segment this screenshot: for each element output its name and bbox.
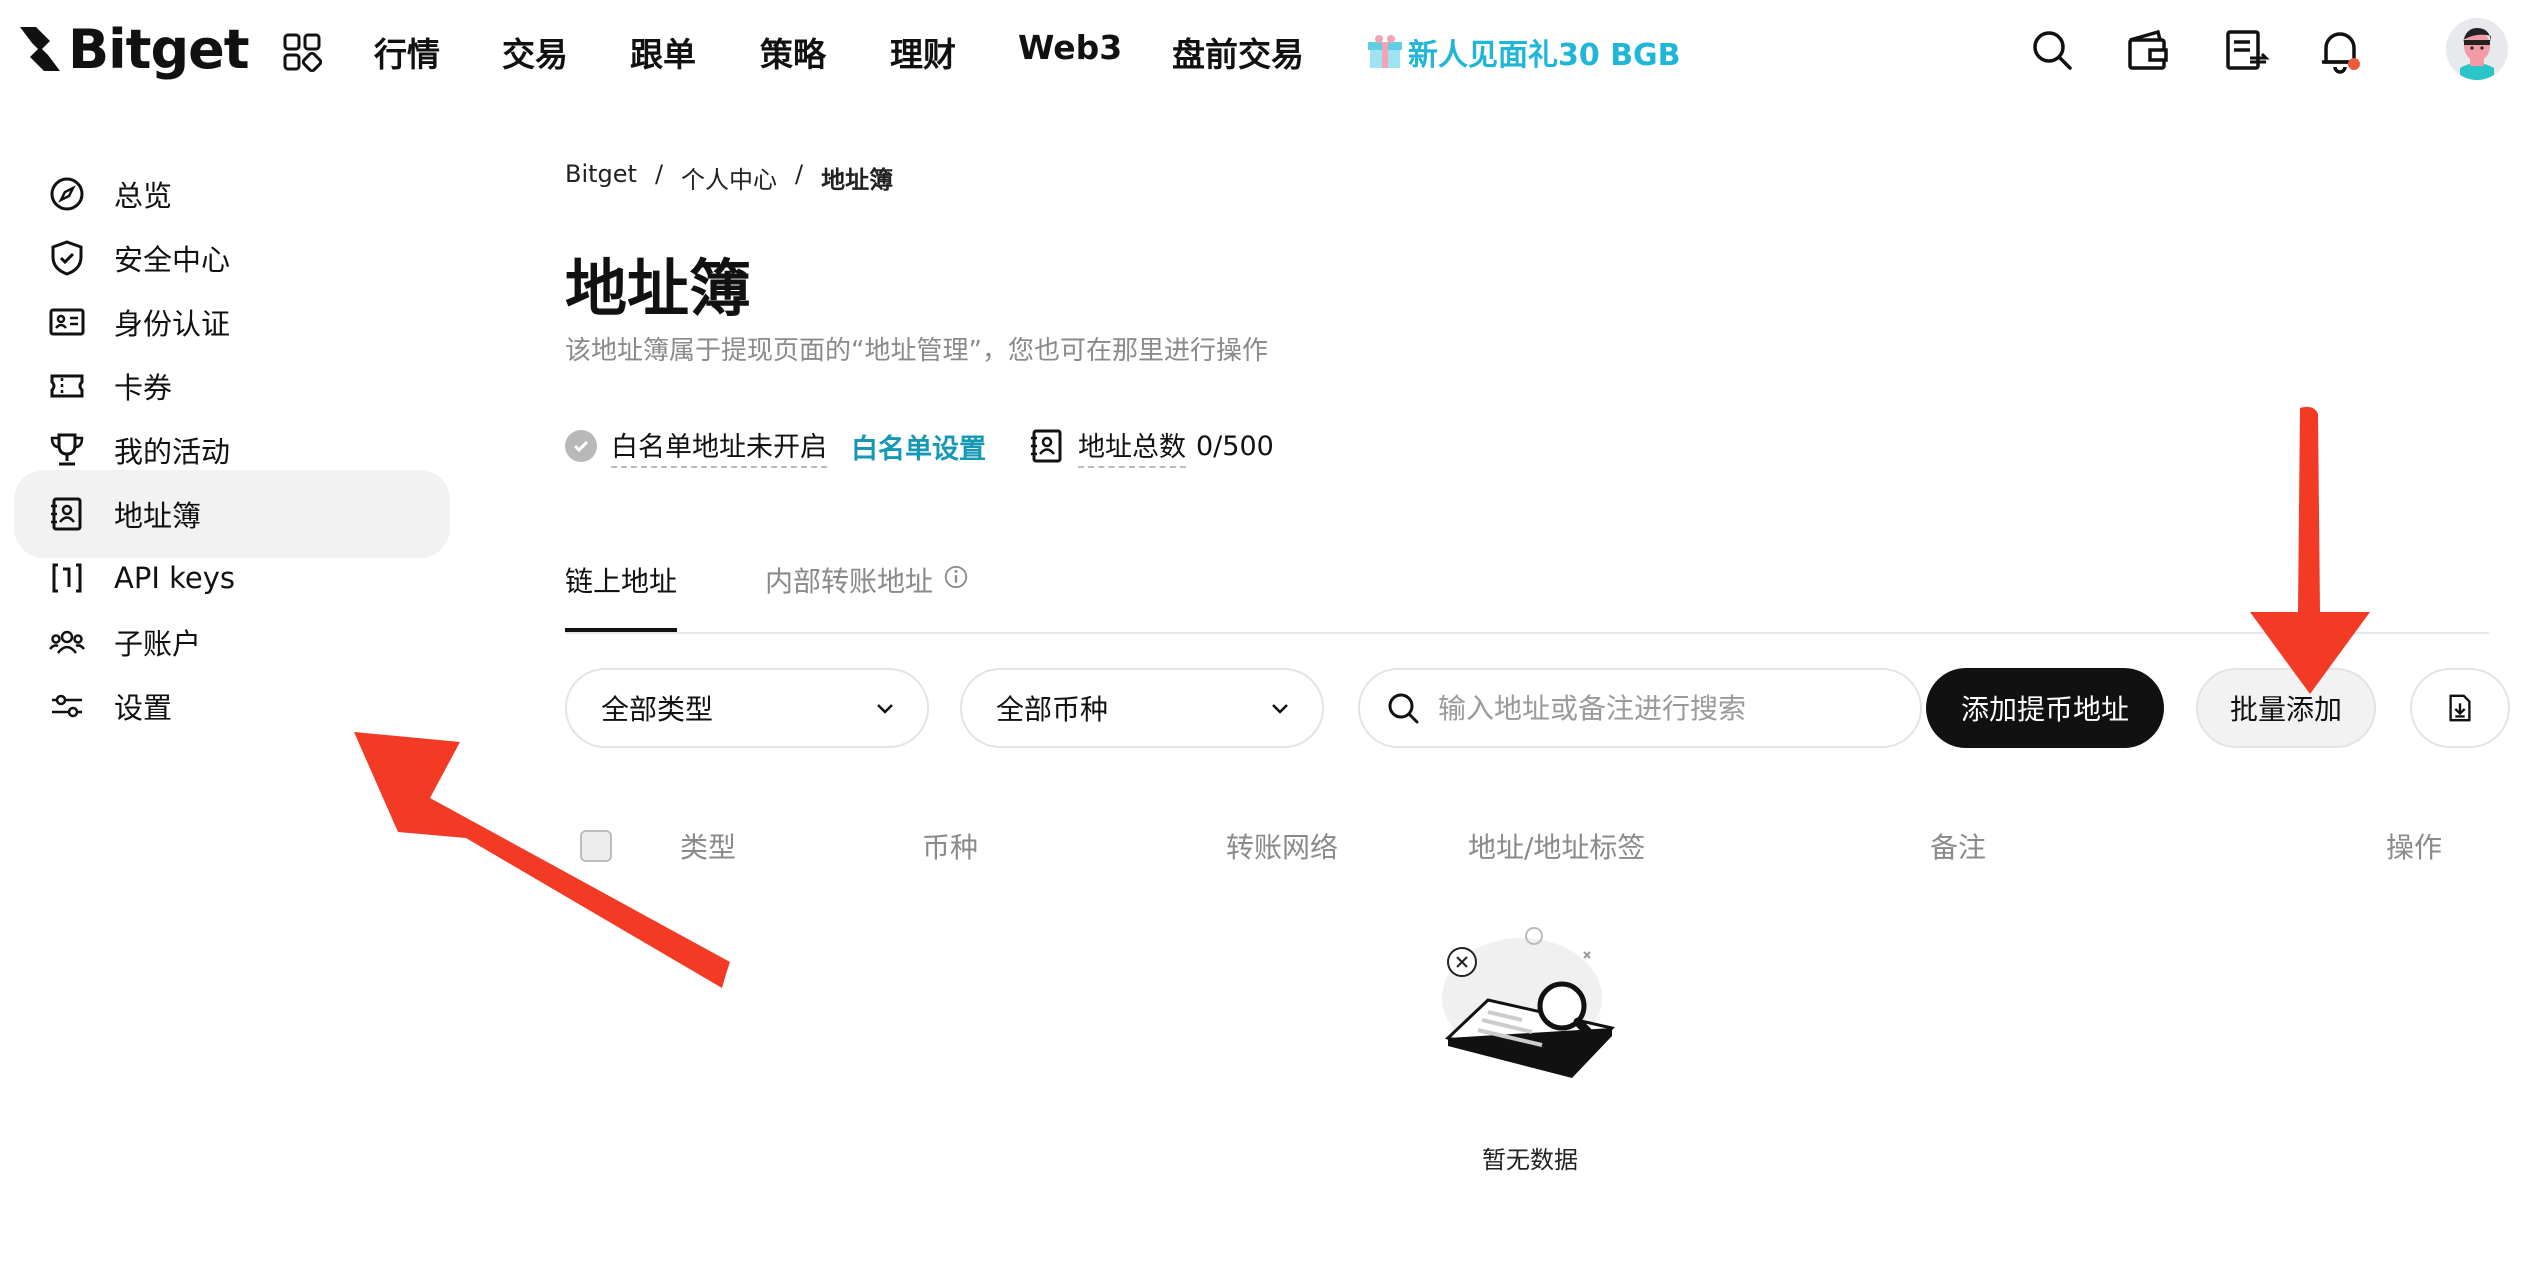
empty-state-illustration: [1442, 927, 1615, 1078]
address-tabs: 链上地址 内部转账地址: [565, 560, 2489, 634]
address-count-label: 地址总数: [1078, 425, 1186, 468]
compass-icon: [50, 177, 84, 211]
whitelist-status-text: 白名单地址未开启: [611, 425, 827, 468]
search-input[interactable]: [1438, 691, 1878, 725]
check-circle-icon: [565, 430, 597, 462]
sidebar-item-label: 安全中心: [114, 243, 231, 277]
sidebar-item-label: API keys: [114, 561, 235, 595]
bitget-logo[interactable]: Bitget: [14, 14, 250, 84]
apps-grid-icon[interactable]: [282, 32, 322, 72]
orders-icon[interactable]: [2222, 26, 2270, 74]
ticket-icon: [50, 374, 84, 398]
sidebar-item-label: 总览: [114, 179, 173, 213]
notification-bell-icon[interactable]: [2316, 26, 2364, 74]
trophy-icon: [50, 433, 84, 466]
avatar[interactable]: [2446, 18, 2508, 80]
gift-icon: [1368, 35, 1402, 68]
nav-strategy[interactable]: 策略: [760, 28, 826, 76]
nav-copy-trade[interactable]: 跟单: [630, 28, 696, 76]
breadcrumb-separator: /: [654, 160, 664, 188]
nav-market[interactable]: 行情: [374, 28, 440, 76]
breadcrumb-current: 地址簿: [821, 166, 894, 194]
column-header-remark: 备注: [1930, 831, 1987, 864]
brand-name: Bitget: [68, 17, 250, 81]
breadcrumb-profile[interactable]: 个人中心: [681, 160, 777, 195]
coin-select-value: 全部币种: [996, 693, 1109, 726]
search-icon: [1388, 693, 1419, 724]
breadcrumb-home[interactable]: Bitget: [565, 160, 637, 195]
sidebar-item-label: 卡券: [114, 371, 173, 405]
empty-state-text: 暂无数据: [1482, 1146, 1578, 1174]
sidebar-item-label: 子账户: [114, 627, 202, 661]
annotation-arrow-down: [2250, 406, 2370, 694]
type-select[interactable]: 全部类型: [565, 668, 929, 748]
user-avatar-icon: [2446, 18, 2508, 80]
promo-link[interactable]: 新人见面礼30 BGB: [1368, 30, 1681, 74]
breadcrumb: Bitget / 个人中心 / 地址簿: [565, 160, 893, 195]
nav-earn[interactable]: 理财: [890, 28, 956, 76]
breadcrumb-separator: /: [795, 160, 804, 188]
promo-text: 新人见面礼30 BGB: [1408, 38, 1681, 73]
column-header-actions: 操作: [2386, 831, 2443, 864]
address-book-icon: [1031, 429, 1062, 463]
column-header-type: 类型: [680, 831, 737, 864]
sidebar-item-label: 设置: [114, 691, 173, 725]
tab-internal-transfer-address[interactable]: 内部转账地址: [765, 560, 969, 632]
download-file-icon: [2449, 694, 2471, 722]
nav-trade[interactable]: 交易: [502, 28, 568, 76]
sidebar-item-label: 地址簿: [114, 499, 202, 533]
export-button[interactable]: [2410, 668, 2510, 748]
chevron-down-icon: [877, 704, 893, 714]
page-description: 该地址簿属于提现页面的“地址管理”，您也可在那里进行操作: [565, 336, 1268, 366]
sidebar-item-label: 我的活动: [114, 435, 231, 469]
tab-label: 内部转账地址: [765, 565, 934, 598]
sliders-icon: [52, 694, 82, 718]
top-navigation: Bitget 行情 交易 跟单 策略 理财 Web3 盘前交易 新人见面礼30 …: [0, 0, 2536, 100]
sidebar-item-label: 身份认证: [114, 307, 231, 341]
address-book-icon: [51, 497, 82, 531]
table-header: 类型 币种 转账网络 地址/地址标签 备注 操作: [580, 826, 2500, 870]
type-select-value: 全部类型: [601, 693, 714, 726]
page-title: 地址簿: [565, 252, 752, 325]
shield-icon: [51, 240, 83, 276]
whitelist-settings-link[interactable]: 白名单设置: [851, 427, 986, 466]
users-icon: [49, 630, 85, 654]
tab-onchain-address[interactable]: 链上地址: [565, 560, 678, 632]
coin-select[interactable]: 全部币种: [960, 668, 1324, 748]
search-icon[interactable]: [2028, 26, 2076, 74]
id-card-icon: [49, 308, 85, 336]
whitelist-status-row: 白名单地址未开启 白名单设置 地址总数 0/500: [565, 424, 1274, 468]
batch-add-button[interactable]: 批量添加: [2196, 668, 2376, 748]
add-withdraw-address-button[interactable]: 添加提币地址: [1926, 668, 2164, 748]
select-all-checkbox[interactable]: [580, 830, 612, 862]
nav-premarket[interactable]: 盘前交易: [1172, 28, 1304, 76]
address-count-value: 0/500: [1196, 430, 1274, 462]
column-header-network: 转账网络: [1226, 831, 1339, 864]
sidebar-item-settings[interactable]: 设置: [14, 662, 450, 750]
nav-web3[interactable]: Web3: [1018, 28, 1122, 67]
search-box[interactable]: [1358, 668, 1922, 748]
chevron-down-icon: [1272, 704, 1288, 714]
column-header-coin: 币种: [922, 831, 979, 864]
wallet-icon[interactable]: [2124, 26, 2172, 74]
column-header-address: 地址/地址标签: [1468, 831, 1646, 864]
info-icon[interactable]: [943, 564, 969, 590]
api-icon: [52, 563, 82, 593]
bitget-logo-icon: [20, 27, 60, 71]
